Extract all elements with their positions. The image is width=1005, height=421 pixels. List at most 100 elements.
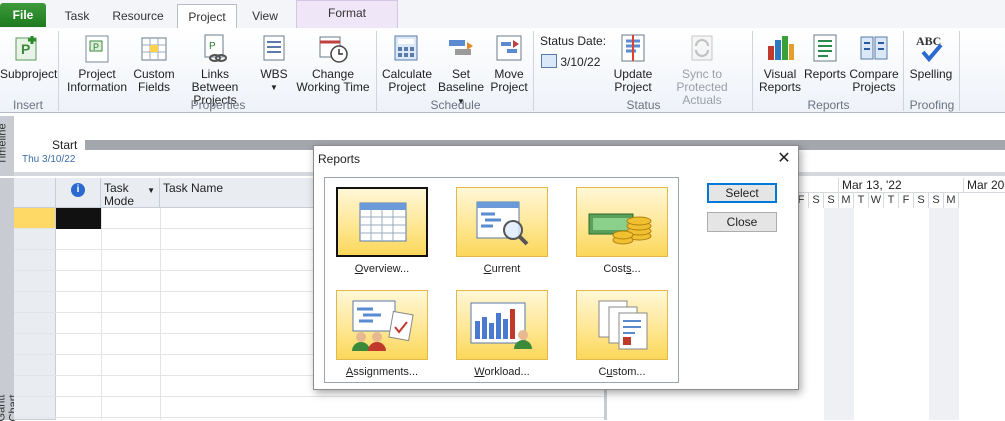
- spelling-check-icon: ABC: [915, 32, 947, 64]
- svg-text:P: P: [209, 41, 216, 52]
- group-status: Status: [626, 98, 661, 112]
- timescale-day: F: [899, 193, 914, 208]
- sync-protected-actuals-button[interactable]: Sync to Protected Actuals: [656, 30, 748, 107]
- timeline-start-date: Thu 3/10/22: [22, 154, 76, 165]
- links-label-1: Links Between: [191, 67, 239, 94]
- indicators-column-header[interactable]: i: [56, 178, 101, 208]
- custom-fields-icon: [138, 32, 170, 64]
- move-project-button[interactable]: Move Project: [489, 30, 529, 94]
- costs-tile: [576, 187, 668, 257]
- reports-icon: [809, 32, 841, 64]
- workload-chart-icon: [470, 302, 532, 349]
- ribbon: P Subproject P Project Information Custo…: [0, 28, 1005, 113]
- ribbon-tab-bar: File Task Resource Project View Format: [0, 0, 1005, 29]
- assignments-people-icon: [352, 300, 414, 351]
- project-information-label-2: Information: [66, 80, 128, 94]
- workload-label: Workload...: [474, 366, 530, 378]
- select-button[interactable]: Select: [707, 183, 777, 203]
- report-current[interactable]: Current: [456, 187, 548, 282]
- svg-text:ABC: ABC: [916, 34, 941, 48]
- table-row[interactable]: [14, 397, 604, 418]
- custom-fields-button[interactable]: Custom Fields: [132, 30, 176, 94]
- reports-button[interactable]: Reports: [803, 30, 847, 81]
- tab-project[interactable]: Project: [177, 4, 237, 29]
- tab-format[interactable]: Format: [296, 0, 398, 28]
- custom-documents-icon: [598, 300, 648, 350]
- dialog-title: Reports: [318, 152, 361, 166]
- group-schedule: Schedule: [430, 98, 481, 112]
- svg-text:P: P: [21, 41, 30, 57]
- timescale-day: S: [929, 193, 944, 208]
- tab-file[interactable]: File: [0, 3, 46, 27]
- calculate-project-button[interactable]: Calculate Project: [381, 30, 433, 94]
- report-category-panel: Overview... Current Costs... Assignments…: [324, 177, 679, 383]
- gantt-chart-side-tab[interactable]: Gantt Chart: [0, 178, 19, 421]
- close-icon[interactable]: ✕: [774, 149, 794, 169]
- report-custom[interactable]: Custom...: [576, 290, 668, 385]
- move-label-2: Project: [490, 80, 528, 94]
- calculate-label-2: Project: [388, 80, 426, 94]
- group-insert: Insert: [12, 98, 43, 112]
- spelling-button[interactable]: ABC Spelling: [906, 30, 956, 81]
- subproject-icon: P: [12, 32, 44, 64]
- wbs-dropdown-icon: ▼: [270, 83, 278, 92]
- baseline-icon: [445, 32, 477, 64]
- tab-task[interactable]: Task: [52, 4, 102, 28]
- visual-reports-button[interactable]: Visual Reports: [757, 30, 803, 94]
- change-working-time-button[interactable]: Change Working Time: [296, 30, 370, 94]
- change-working-time-label-2: Working Time: [296, 80, 370, 94]
- timescale-week-mar13: Mar 13, '22: [839, 178, 964, 193]
- timeline-side-tab[interactable]: Timeline: [0, 116, 14, 176]
- timeline-start-label: Start: [52, 138, 78, 152]
- tab-view[interactable]: View: [240, 4, 290, 28]
- overview-label: Overview...: [354, 263, 410, 275]
- subproject-label: Subproject: [0, 67, 58, 81]
- status-date-field[interactable]: 3/10/22: [541, 54, 600, 69]
- timescale-day: M: [944, 193, 959, 208]
- calculator-icon: [391, 32, 423, 64]
- calendar-icon: [541, 54, 557, 68]
- money-coins-icon: [588, 213, 652, 245]
- visual-reports-label-2: Reports: [758, 80, 802, 94]
- timescale-day: S: [824, 193, 839, 208]
- update-project-icon: [617, 32, 649, 64]
- timescale-day: S: [809, 193, 824, 208]
- overview-tile: [336, 187, 428, 257]
- current-tile: [456, 187, 548, 257]
- costs-label: Costs...: [603, 263, 641, 275]
- close-button[interactable]: Close: [707, 212, 777, 232]
- workload-tile: [456, 290, 548, 360]
- custom-label: Custom...: [598, 366, 646, 378]
- move-project-icon: [493, 32, 525, 64]
- overview-calendar-icon: [359, 202, 407, 242]
- report-overview[interactable]: Overview...: [336, 187, 428, 282]
- timescale-day: M: [839, 193, 854, 208]
- tab-resource[interactable]: Resource: [104, 4, 172, 28]
- subproject-button[interactable]: P Subproject: [0, 30, 58, 81]
- report-costs[interactable]: Costs...: [576, 187, 668, 282]
- group-proofing: Proofing: [909, 98, 955, 112]
- compare-projects-button[interactable]: Compare Projects: [848, 30, 900, 94]
- timescale-day: T: [854, 193, 869, 208]
- wbs-button[interactable]: WBS ▼: [255, 30, 293, 94]
- report-workload[interactable]: Workload...: [456, 290, 548, 385]
- timescale-day: W: [869, 193, 884, 208]
- select-all-corner[interactable]: [14, 178, 56, 208]
- spelling-label: Spelling: [909, 67, 953, 81]
- links-icon: P: [199, 32, 231, 64]
- wbs-icon: [258, 32, 290, 64]
- selected-cell[interactable]: [56, 208, 101, 229]
- group-properties: Properties: [190, 98, 246, 112]
- task-mode-column-header[interactable]: Task Mode ▼: [101, 178, 160, 208]
- status-date-value: 3/10/22: [560, 55, 601, 69]
- wbs-label: WBS: [260, 67, 288, 81]
- report-assignments[interactable]: Assignments...: [336, 290, 428, 385]
- set-baseline-button[interactable]: Set Baseline ▼: [434, 30, 488, 108]
- links-between-projects-button[interactable]: P Links Between Projects: [177, 30, 253, 107]
- info-icon: i: [71, 183, 85, 197]
- update-project-button[interactable]: Update Project: [610, 30, 656, 94]
- project-information-button[interactable]: P Project Information: [64, 30, 130, 94]
- column-filter-dropdown-icon[interactable]: ▼: [147, 184, 155, 197]
- svg-text:P: P: [93, 42, 99, 52]
- assignments-label: Assignments...: [345, 366, 419, 378]
